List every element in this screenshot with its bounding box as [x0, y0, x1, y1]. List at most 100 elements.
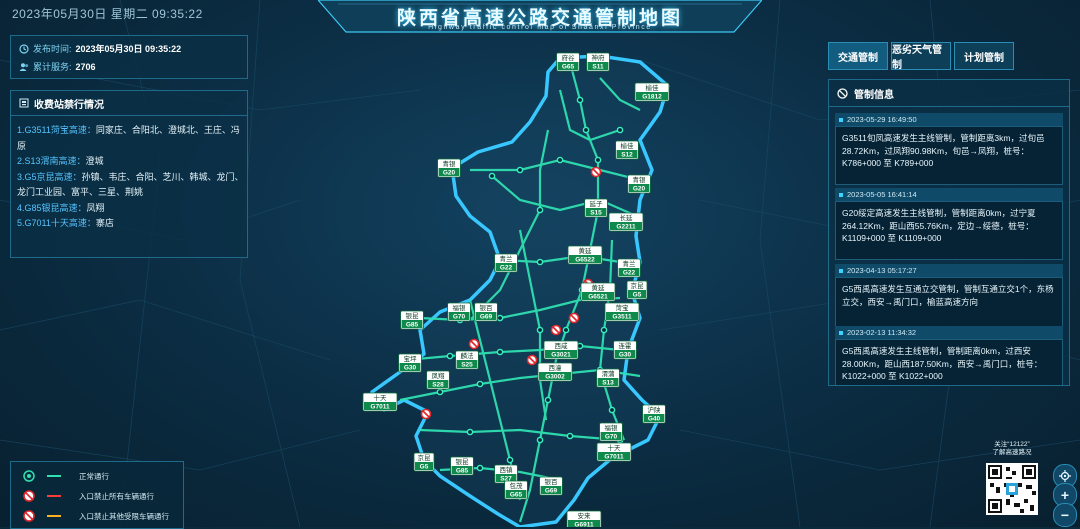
- highway-label-name: 青兰: [500, 254, 514, 263]
- control-event[interactable]: 2023-05-29 16:49:50 G3511旬凤高速发生主线管制，管制距离…: [835, 113, 1063, 185]
- highway-label-name: 榆佳: [646, 83, 660, 92]
- highway-label[interactable]: 银百G69: [474, 302, 498, 322]
- highway-label-code: G30: [404, 364, 417, 371]
- toll-item[interactable]: 2.S13渭南高速：澄城: [17, 154, 245, 170]
- highway-label[interactable]: 连霍G30: [613, 340, 637, 360]
- toll-panel-header: 收费站禁行情况: [11, 91, 247, 116]
- highway-label-code: G5: [633, 291, 642, 298]
- toll-item[interactable]: 3.G5京昆高速：孙镇、韦庄、合阳、芝川、韩城、龙门、龙门工业园、富平、三星、荆…: [17, 170, 245, 201]
- highway-label-code: G65: [562, 63, 575, 70]
- highway-label[interactable]: 青银G20: [437, 158, 461, 178]
- event-date: 2023-04-13 05:17:27: [847, 266, 917, 275]
- highway-label[interactable]: 青兰G22: [617, 258, 641, 278]
- highway-label[interactable]: 西镇S27: [494, 464, 518, 484]
- highway-label-name: 青银: [443, 159, 457, 168]
- highway-label-code: G3002: [545, 373, 565, 380]
- highway-label[interactable]: 青银G20: [627, 174, 651, 194]
- no-entry-icon: [23, 490, 35, 502]
- event-text: G5西禹高速发生主线管制，管制距离0km，过西安28.00Km，距山西187.5…: [835, 339, 1063, 385]
- control-panel-title: 管制信息: [854, 89, 894, 101]
- highway-label-name: 京昆: [631, 281, 645, 290]
- highway-label-name: 青兰: [623, 259, 637, 268]
- highway-label[interactable]: 府谷G65: [556, 52, 580, 72]
- highway-label-name: 西镇: [500, 465, 514, 474]
- qr-code-image[interactable]: [986, 463, 1038, 515]
- visits-value: 2706: [75, 61, 96, 72]
- legend-item-normal: 正常通行: [23, 470, 109, 482]
- highway-label[interactable]: 凤翔S28: [426, 370, 450, 390]
- highway-label[interactable]: 黄延G6521: [580, 282, 616, 302]
- highway-label[interactable]: 沪陕G40: [642, 404, 666, 424]
- toll-stations: 凤翔: [86, 202, 105, 213]
- highway-label[interactable]: 青兰G22: [494, 253, 518, 273]
- highway-label-name: 黄延: [579, 246, 593, 255]
- highway-label-code: G22: [623, 269, 636, 276]
- page-subtitle: Highway traffic control map of Shaanxi P…: [428, 24, 652, 31]
- highway-label[interactable]: 银昆G85: [450, 456, 474, 476]
- highway-label[interactable]: 神府S11: [586, 52, 610, 72]
- highway-label[interactable]: 麟法S25: [455, 350, 479, 370]
- highway-label-name: 西咸: [555, 341, 569, 350]
- toll-item[interactable]: 4.G85银昆高速：凤翔: [17, 201, 245, 217]
- tab-weather-control[interactable]: 恶劣天气管制: [891, 42, 951, 71]
- highway-label[interactable]: 渭蒲S13: [596, 368, 620, 388]
- highway-label[interactable]: 黄延G6522: [567, 245, 603, 265]
- toll-item[interactable]: 5.G7011十天高速：寨店: [17, 216, 245, 232]
- restricted-entry-icon: [23, 510, 35, 522]
- highway-label[interactable]: 京昆G5: [626, 280, 648, 300]
- highway-label-code: G1812: [642, 93, 662, 100]
- highway-label[interactable]: 包茂G65: [504, 480, 528, 500]
- highway-label-name: 神府: [592, 53, 606, 62]
- highway-label-code: G3511: [612, 313, 632, 320]
- highway-label-code: S28: [432, 381, 444, 388]
- highway-label-name: 银昆: [456, 457, 470, 466]
- highway-label-name: 沪陕: [648, 405, 662, 414]
- tab-planned-control[interactable]: 计划管制: [954, 42, 1014, 70]
- highway-label-code: G85: [406, 321, 419, 328]
- legend-item-restricted: 入口禁止其他受限车辆通行: [23, 510, 169, 522]
- qr-code-box[interactable]: 关注“12122” 了解高速路况: [978, 441, 1046, 522]
- toll-list: 1.G3511菏宝高速：同家庄、合阳北、澄城北、王庄、冯原 2.S13渭南高速：…: [17, 123, 245, 232]
- highway-label[interactable]: 京昆G5: [413, 452, 435, 472]
- highway-label-code: G69: [545, 487, 558, 494]
- highway-label-code: G20: [633, 185, 646, 192]
- control-event[interactable]: 2023-02-13 11:34:32 G5西禹高速发生主线管制，管制距离0km…: [835, 326, 1063, 385]
- highway-label[interactable]: 长延G2211: [608, 212, 644, 232]
- highway-label[interactable]: 宝坪G30: [398, 353, 422, 373]
- users-icon: [19, 62, 29, 71]
- event-date: 2023-05-29 16:49:50: [847, 115, 917, 124]
- highway-label[interactable]: 银昆G85: [400, 310, 424, 330]
- control-info-panel[interactable]: 管制信息 2023-05-29 16:49:50 G3511旬凤高速发生主线管制…: [828, 79, 1070, 386]
- highway-label[interactable]: 十天G7011: [596, 442, 632, 462]
- legend-label: 入口禁止其他受限车辆通行: [79, 511, 169, 521]
- highway-label[interactable]: 榆佳G1812: [634, 82, 670, 102]
- highway-label-code: S12: [621, 151, 633, 158]
- highway-label[interactable]: 菏宝G3511: [604, 302, 640, 322]
- highway-label-name: 福银: [453, 303, 467, 312]
- highway-label[interactable]: 福银G70: [599, 422, 623, 442]
- highway-label-code: G7011: [370, 403, 390, 410]
- control-panel-header: 管制信息: [829, 80, 1069, 107]
- highway-label-code: S25: [461, 361, 473, 368]
- highway-label[interactable]: 十天G7011: [362, 392, 398, 412]
- highway-label-code: S13: [602, 379, 614, 386]
- toll-item[interactable]: 1.G3511菏宝高速：同家庄、合阳北、澄城北、王庄、冯原: [17, 123, 245, 154]
- highway-label[interactable]: 西潼G3002: [537, 362, 573, 382]
- highway-label-code: G70: [453, 313, 466, 320]
- tab-traffic-control[interactable]: 交通管制: [828, 42, 888, 70]
- highway-label[interactable]: 西咸G3021: [543, 340, 579, 360]
- highway-label[interactable]: 安来G6911: [566, 510, 602, 527]
- highway-label-name: 连霍: [619, 341, 633, 350]
- highway-label[interactable]: 银百G69: [539, 476, 563, 496]
- zoom-out-button[interactable]: −: [1053, 503, 1077, 527]
- highway-label[interactable]: 延子S15: [584, 198, 608, 218]
- highway-label[interactable]: 榆佳S12: [615, 140, 639, 160]
- publish-value: 2023年05月30日 09:35:22: [75, 44, 182, 54]
- legend-line-normal: [47, 475, 61, 477]
- highway-label-name: 榆佳: [621, 141, 635, 150]
- control-event[interactable]: 2023-05-05 16:41:14 G20绥定高速发生主线管制，管制距离0k…: [835, 188, 1063, 260]
- highway-label[interactable]: 福银G70: [447, 302, 471, 322]
- publish-row: 发布时间: 2023年05月30日 09:35:22: [19, 42, 181, 55]
- map-legend: 正常通行 入口禁止所有车辆通行 入口禁止其他受限车辆通行: [10, 461, 184, 529]
- toll-road: 1.G3511菏宝高速：: [17, 125, 96, 135]
